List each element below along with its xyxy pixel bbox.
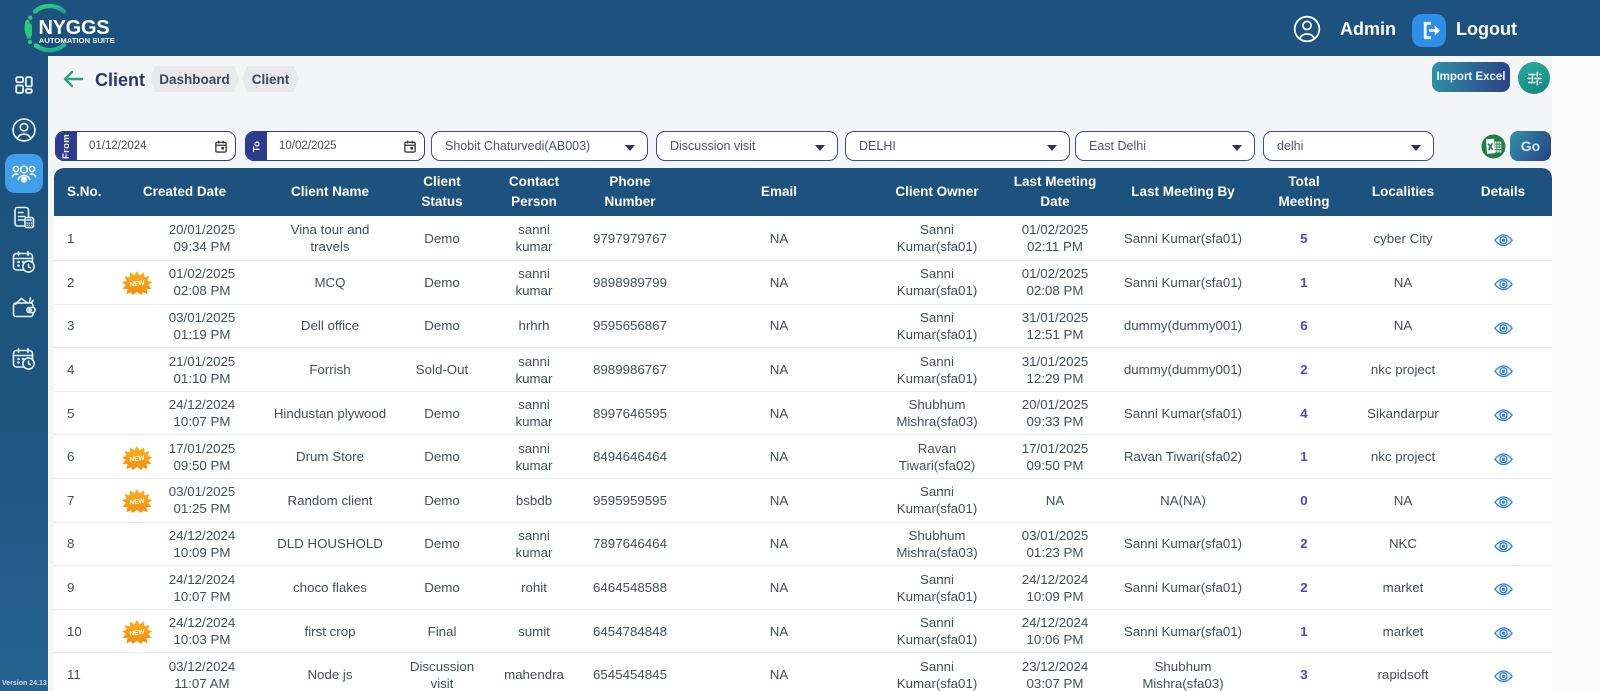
svg-text:AUTOMATION SUITE: AUTOMATION SUITE	[39, 36, 115, 45]
